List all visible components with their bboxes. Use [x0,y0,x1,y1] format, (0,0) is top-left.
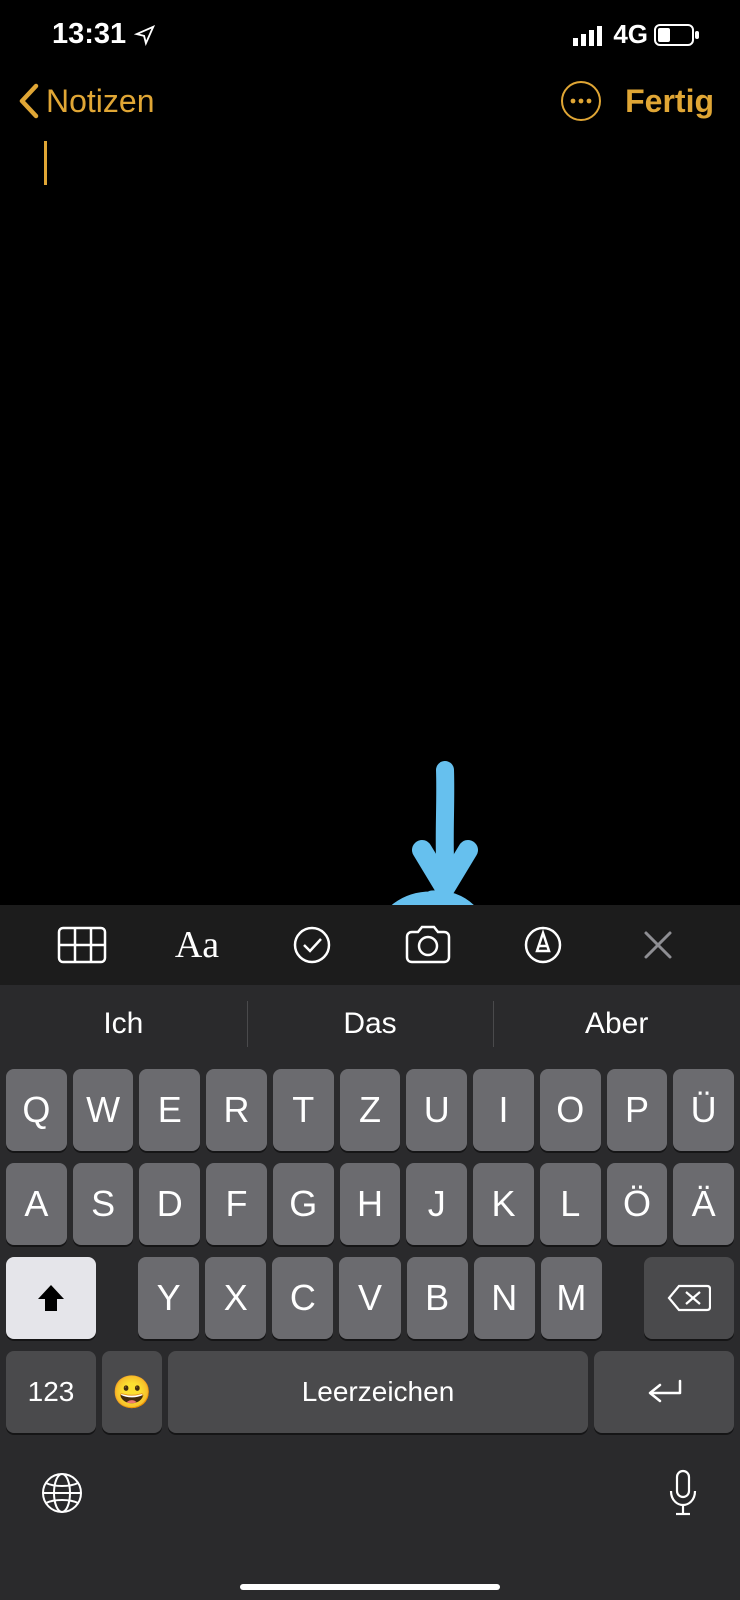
checklist-icon [292,925,332,965]
key-d[interactable]: D [139,1163,200,1245]
key-e[interactable]: E [139,1069,200,1151]
more-button[interactable] [561,81,601,121]
back-button[interactable]: Notizen [16,82,155,120]
markup-icon [523,925,563,965]
key-i[interactable]: I [473,1069,534,1151]
dictation-button[interactable] [666,1469,700,1522]
battery-icon [654,24,700,46]
key-c[interactable]: C [272,1257,333,1339]
close-icon [641,928,675,962]
network-label: 4G [613,19,648,50]
status-time: 13:31 [52,18,126,51]
key-space[interactable]: Leerzeichen [168,1351,588,1433]
return-icon [642,1377,686,1407]
checklist-button[interactable] [255,925,370,965]
table-button[interactable] [24,926,139,964]
key-u[interactable]: U [406,1069,467,1151]
suggestion-3[interactable]: Aber [493,985,740,1063]
back-label: Notizen [46,83,155,120]
table-icon [57,926,107,964]
key-q[interactable]: Q [6,1069,67,1151]
key-y[interactable]: Y [138,1257,199,1339]
suggestion-1[interactable]: Ich [0,985,247,1063]
key-x[interactable]: X [205,1257,266,1339]
keyboard-row-4: 123 😀 Leerzeichen [6,1351,734,1433]
key-k[interactable]: K [473,1163,534,1245]
chevron-left-icon [16,82,42,120]
key-g[interactable]: G [273,1163,334,1245]
key-s[interactable]: S [73,1163,134,1245]
key-p[interactable]: P [607,1069,668,1151]
keyboard: Q W E R T Z U I O P Ü A S D F G H J K L … [0,1063,740,1600]
keyboard-row-3: Y X C V B N M [6,1257,734,1339]
key-t[interactable]: T [273,1069,334,1151]
key-o[interactable]: O [540,1069,601,1151]
key-ue[interactable]: Ü [673,1069,734,1151]
globe-icon [40,1471,84,1515]
key-shift[interactable] [6,1257,96,1339]
key-b[interactable]: B [407,1257,468,1339]
microphone-icon [666,1469,700,1517]
format-icon: Aa [175,923,219,967]
key-l[interactable]: L [540,1163,601,1245]
keyboard-row-2: A S D F G H J K L Ö Ä [6,1163,734,1245]
key-v[interactable]: V [339,1257,400,1339]
suggestion-2[interactable]: Das [247,985,494,1063]
key-emoji[interactable]: 😀 [102,1351,162,1433]
key-numbers[interactable]: 123 [6,1351,96,1433]
text-cursor [44,141,47,185]
key-r[interactable]: R [206,1069,267,1151]
suggestion-bar: Ich Das Aber [0,985,740,1063]
shift-icon [34,1281,68,1315]
globe-button[interactable] [40,1471,84,1520]
key-m[interactable]: M [541,1257,602,1339]
home-indicator[interactable] [240,1584,500,1590]
close-toolbar-button[interactable] [601,928,716,962]
note-editor[interactable] [0,131,740,871]
camera-button[interactable] [370,925,485,965]
format-button[interactable]: Aa [139,923,254,967]
markup-button[interactable] [485,925,600,965]
backspace-icon [667,1282,711,1314]
nav-bar: Notizen Fertig [0,61,740,131]
done-button[interactable]: Fertig [625,83,714,120]
key-z[interactable]: Z [340,1069,401,1151]
location-icon [134,24,156,46]
key-f[interactable]: F [206,1163,267,1245]
cellular-signal-icon [573,24,607,46]
emoji-icon: 😀 [112,1373,152,1411]
ellipsis-icon [570,98,592,104]
status-bar: 13:31 4G [0,0,740,61]
keyboard-row-1: Q W E R T Z U I O P Ü [6,1069,734,1151]
notes-toolbar: Aa [0,905,740,985]
camera-icon [403,925,453,965]
key-a[interactable]: A [6,1163,67,1245]
keyboard-bottom-bar [6,1445,734,1535]
key-n[interactable]: N [474,1257,535,1339]
key-backspace[interactable] [644,1257,734,1339]
key-w[interactable]: W [73,1069,134,1151]
key-j[interactable]: J [406,1163,467,1245]
key-ae[interactable]: Ä [673,1163,734,1245]
key-oe[interactable]: Ö [607,1163,668,1245]
key-h[interactable]: H [340,1163,401,1245]
key-return[interactable] [594,1351,734,1433]
